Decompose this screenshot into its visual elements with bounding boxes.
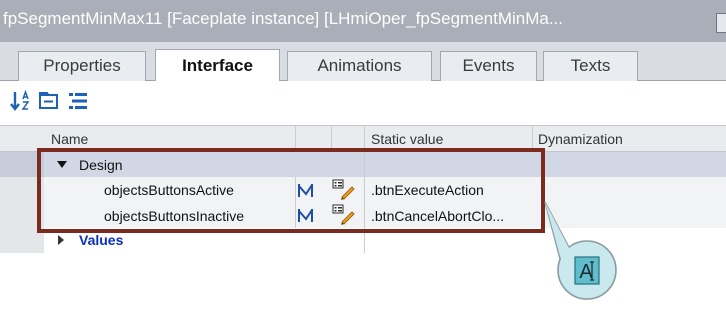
expand-arrow-icon[interactable] — [58, 235, 64, 245]
window-title: fpSegmentMinMax11 [Faceplate instance] [… — [3, 9, 564, 28]
tab-properties[interactable]: Properties — [18, 51, 146, 81]
toolbar — [0, 81, 726, 123]
column-header-dynamization[interactable]: Dynamization — [538, 131, 623, 147]
callout-bubble: A — [544, 201, 617, 300]
tab-animations[interactable]: Animations — [287, 51, 432, 81]
tab-interface[interactable]: Interface — [155, 49, 280, 82]
window-corner-button[interactable] — [716, 13, 726, 33]
row-name: Values — [79, 232, 124, 248]
highlight-frame — [37, 148, 545, 233]
sort-az-icon[interactable] — [10, 90, 32, 112]
collapse-all-icon[interactable] — [67, 90, 89, 112]
tab-events[interactable]: Events — [440, 51, 537, 81]
column-header-static-value[interactable]: Static value — [371, 131, 443, 147]
window-titlebar: fpSegmentMinMax11 [Faceplate instance] [… — [0, 0, 726, 42]
column-header-name[interactable]: Name — [51, 131, 88, 147]
expand-all-icon[interactable] — [38, 90, 60, 112]
tab-bar: Properties Interface Animations Events T… — [0, 42, 726, 82]
tab-texts[interactable]: Texts — [543, 51, 638, 81]
